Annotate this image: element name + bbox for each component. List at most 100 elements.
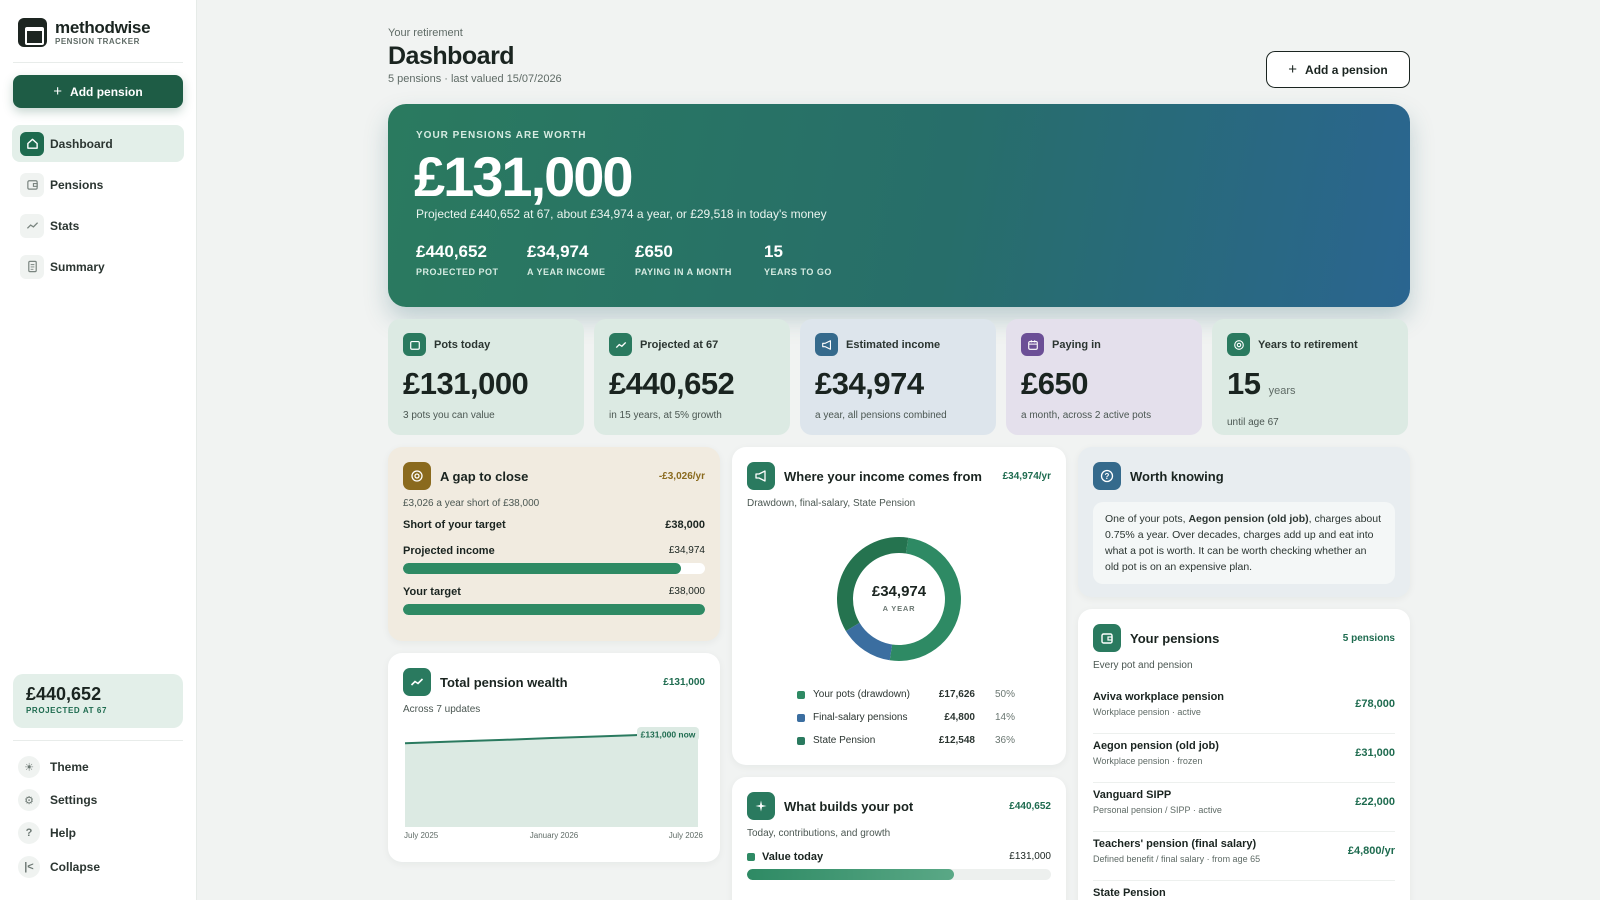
kpi-paying-in[interactable]: Paying in £650 a month, across 2 active …: [1006, 319, 1202, 435]
hero-stat-label: A YEAR INCOME: [527, 267, 606, 277]
kpi-title: Pots today: [434, 338, 491, 351]
kpi-value: £440,652: [609, 366, 735, 401]
target-icon: [403, 462, 431, 490]
kpi-projected[interactable]: Projected at 67 £440,652 in 15 years, at…: [594, 319, 790, 435]
projected-income-row: Projected income £34,974: [403, 545, 705, 557]
kpi-years-to-retirement[interactable]: Years to retirement 15 years until age 6…: [1212, 319, 1408, 435]
brand[interactable]: methodwise PENSION TRACKER: [18, 18, 151, 47]
donut-center-value: £34,974: [872, 583, 927, 600]
hero-stat-value: £34,974: [527, 242, 589, 261]
your-pensions-card[interactable]: Your pensions 5 pensions Every pot and p…: [1078, 609, 1410, 900]
collapse-button[interactable]: |< Collapse: [18, 856, 100, 878]
pension-row[interactable]: State Pension: [1093, 882, 1395, 900]
builds-title: What builds your pot: [784, 798, 914, 814]
pension-value: £78,000: [1355, 698, 1395, 710]
pension-name: State Pension: [1093, 887, 1166, 899]
kpi-pots-today[interactable]: Pots today £131,000 3 pots you can value: [388, 319, 584, 435]
legend-percent: 36%: [994, 735, 1015, 746]
plus-icon: +: [53, 83, 63, 100]
value-today-value: £131,000: [1009, 851, 1051, 862]
sidebar-item-stats[interactable]: Stats: [12, 207, 184, 244]
wealth-chart: £131,000 now July 2025 January 2026 July…: [404, 727, 704, 840]
kpi-value: £131,000: [403, 366, 529, 401]
theme-toggle[interactable]: ☀ Theme: [18, 756, 89, 778]
pension-row[interactable]: Aviva workplace pension Workplace pensio…: [1093, 686, 1395, 734]
legend-name: State Pension: [813, 735, 876, 746]
wealth-title: Total pension wealth: [440, 674, 568, 690]
page-eyebrow: Your retirement: [388, 27, 463, 39]
your-pensions-title: Your pensions: [1130, 630, 1220, 646]
text-before: One of your pots,: [1105, 513, 1189, 525]
sidebar-item-label: Dashboard: [50, 136, 113, 151]
target-bar: [403, 604, 705, 615]
gap-subtitle: £3,026 a year short of £38,000: [403, 498, 540, 509]
megaphone-icon: [747, 462, 775, 490]
legend-value: £4,800: [944, 712, 975, 723]
settings-link[interactable]: ⚙ Settings: [18, 789, 97, 811]
help-label: Help: [50, 826, 77, 840]
sidebar-item-dashboard[interactable]: Dashboard: [12, 125, 184, 162]
sidebar-item-pensions[interactable]: Pensions: [12, 166, 184, 203]
add-a-pension-label: Add a pension: [1305, 62, 1388, 77]
pension-row[interactable]: Aegon pension (old job) Workplace pensio…: [1093, 735, 1395, 783]
wealth-card[interactable]: Total pension wealth £131,000 Across 7 u…: [388, 653, 720, 862]
pension-name: Vanguard SIPP: [1093, 789, 1172, 801]
kpi-estimated-income[interactable]: Estimated income £34,974 a year, all pen…: [800, 319, 996, 435]
sparkle-icon: [747, 792, 775, 820]
projection-value: £440,652: [26, 684, 102, 704]
target-row: Your target £38,000: [403, 586, 705, 598]
sidebar-item-label: Pensions: [50, 177, 104, 192]
legend-name: Your pots (drawdown): [813, 689, 910, 700]
trend-icon: [609, 333, 632, 356]
pension-meta: Workplace pension · active: [1093, 707, 1201, 717]
kpi-subtitle: until age 67: [1227, 417, 1279, 428]
legend-dot: [797, 713, 805, 722]
worth-knowing-text: One of your pots, Aegon pension (old job…: [1093, 502, 1395, 584]
target-icon: [1227, 333, 1250, 356]
page-subtitle: 5 pensions · last valued 15/07/2026: [388, 73, 562, 85]
x-tick-label: July 2025: [404, 831, 439, 840]
pot-name: Aegon pension (old job): [1188, 513, 1309, 525]
projected-label: Projected income: [403, 545, 495, 557]
now-label: £131,000 now: [641, 730, 696, 740]
kpi-subtitle: a month, across 2 active pots: [1021, 410, 1152, 421]
theme-label: Theme: [50, 760, 89, 774]
x-tick-label: January 2026: [530, 831, 579, 840]
sidebar-item-summary[interactable]: Summary: [12, 248, 184, 285]
megaphone-icon: [815, 333, 838, 356]
wallet-icon: [403, 333, 426, 356]
gap-badge: -£3,026/yr: [658, 470, 705, 482]
legend-value: £12,548: [938, 735, 975, 746]
pension-value: £4,800/yr: [1347, 845, 1395, 857]
pensions-count-badge: 5 pensions: [1342, 632, 1395, 644]
sun-icon: ☀: [18, 756, 40, 778]
hero-stat-years-to-go: 15 YEARS TO GO: [764, 242, 832, 277]
gap-card[interactable]: A gap to close -£3,026/yr £3,026 a year …: [388, 447, 720, 641]
target-label: Your target: [403, 586, 461, 598]
pension-name: Aegon pension (old job): [1093, 740, 1219, 752]
sidebar-item-label: Stats: [50, 218, 80, 233]
hero-eyebrow: YOUR PENSIONS ARE WORTH: [416, 130, 587, 141]
add-pension-label: Add pension: [70, 84, 143, 99]
legend-percent: 14%: [994, 712, 1015, 723]
add-pension-button[interactable]: + Add pension: [13, 75, 183, 108]
worth-knowing-card[interactable]: ? Worth knowing One of your pots, Aegon …: [1078, 447, 1410, 597]
short-value: £38,000: [665, 519, 705, 531]
pension-name: Aviva workplace pension: [1093, 691, 1225, 703]
your-pensions-subtitle: Every pot and pension: [1093, 660, 1193, 671]
pension-row[interactable]: Teachers' pension (final salary) Defined…: [1093, 833, 1395, 881]
pension-row[interactable]: Vanguard SIPP Personal pension / SIPP · …: [1093, 784, 1395, 832]
divider: [13, 62, 183, 63]
help-link[interactable]: ? Help: [18, 822, 76, 844]
pension-meta: Defined benefit / final salary · from ag…: [1093, 854, 1261, 864]
builds-badge: £440,652: [1009, 800, 1051, 812]
builds-card[interactable]: What builds your pot £440,652 Today, con…: [732, 777, 1066, 900]
add-a-pension-button[interactable]: + Add a pension: [1266, 51, 1410, 88]
pension-meta: Workplace pension · frozen: [1093, 756, 1203, 766]
income-title: Where your income comes from: [784, 468, 982, 484]
sidebar-item-label: Summary: [50, 259, 105, 274]
income-card[interactable]: Where your income comes from £34,974/yr …: [732, 447, 1066, 765]
hero-projection: Projected £440,652 at 67, about £34,974 …: [416, 207, 827, 221]
wallet-icon: [20, 172, 44, 197]
kpi-subtitle: 3 pots you can value: [403, 410, 495, 421]
